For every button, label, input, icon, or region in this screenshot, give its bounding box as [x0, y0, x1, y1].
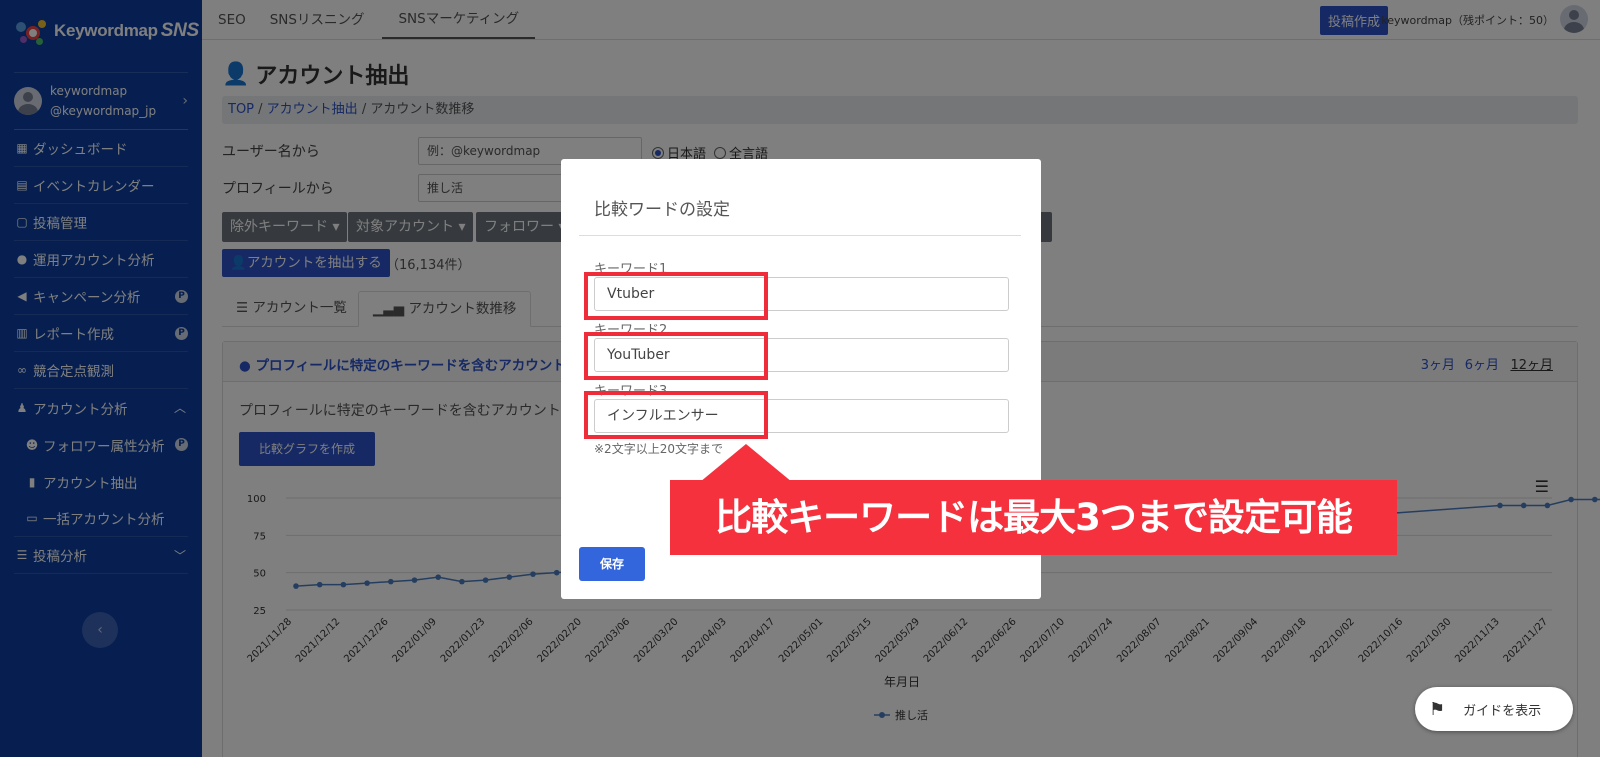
save-button[interactable]: 保存: [579, 547, 645, 581]
modal-title: 比較ワードの設定: [594, 200, 730, 220]
highlight-box-keyword3: [584, 391, 768, 439]
divider: [579, 235, 1021, 236]
highlight-box-keyword2: [584, 332, 768, 380]
annotation-callout: 比較キーワードは最大3つまで設定可能: [670, 480, 1397, 555]
callout-pointer: [700, 444, 792, 482]
highlight-box-keyword1: [584, 272, 768, 320]
flag-icon: ⚑: [1429, 698, 1446, 720]
show-guide-button[interactable]: ⚑ ガイドを表示: [1415, 687, 1573, 731]
